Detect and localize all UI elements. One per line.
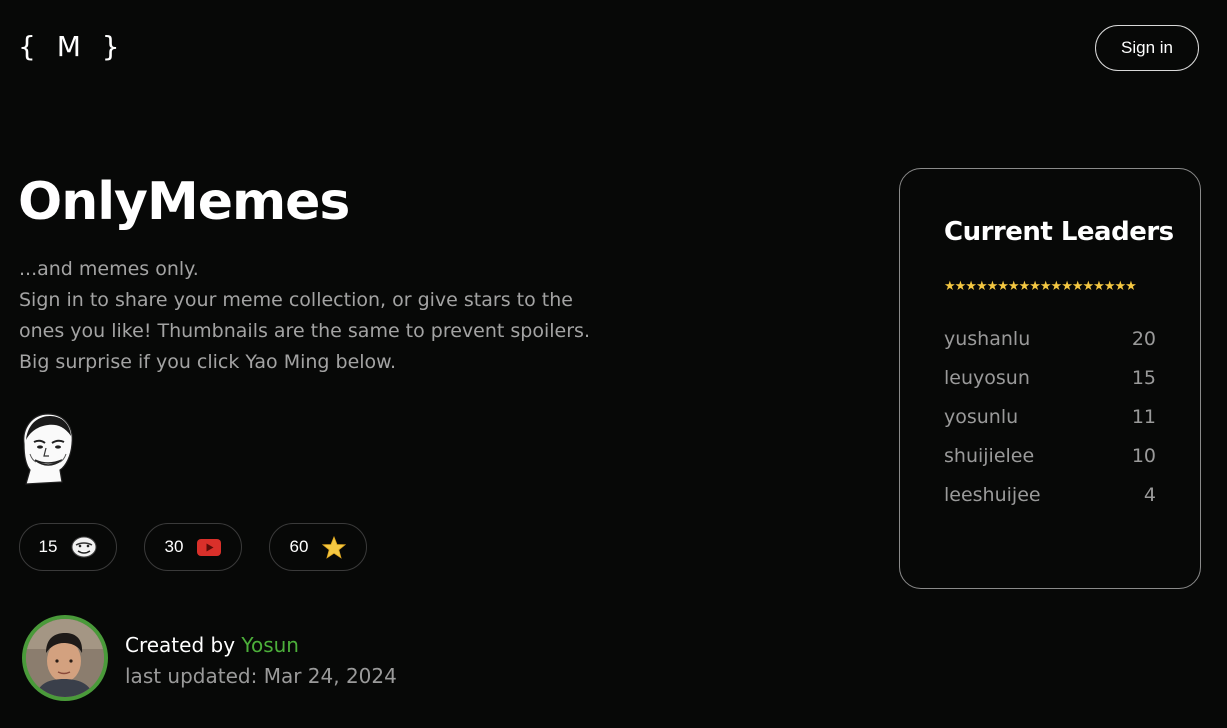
videos-count-badge: 30 — [144, 523, 242, 571]
leader-score: 10 — [1131, 444, 1156, 467]
author-link[interactable]: Yosun — [241, 633, 299, 657]
leaderboard-card: Current Leaders ★★★★★★★★★★★★★★★★★★ yusha… — [899, 168, 1201, 589]
leader-name: leeshuijee — [944, 483, 1041, 506]
leader-score: 20 — [1131, 327, 1156, 350]
leader-row: yosunlu 11 — [944, 397, 1156, 436]
created-by-label: Created by — [125, 633, 236, 657]
leader-list: yushanlu 20 leuyosun 15 yosunlu 11 shuij… — [944, 319, 1156, 514]
credits: Created by Yosun last updated: Mar 24, 2… — [125, 630, 397, 692]
stars-count: 60 — [289, 537, 309, 556]
sign-in-button[interactable]: Sign in — [1095, 25, 1199, 71]
leader-row: yushanlu 20 — [944, 319, 1156, 358]
memes-count: 15 — [38, 537, 58, 556]
stars-divider: ★★★★★★★★★★★★★★★★★★ — [944, 279, 1137, 294]
logo[interactable]: { M } — [18, 30, 126, 63]
leader-row: leeshuijee 4 — [944, 475, 1156, 514]
youtube-icon — [197, 538, 222, 556]
leader-score: 11 — [1131, 405, 1156, 428]
description-text: Sign in to share your meme collection, o… — [19, 289, 590, 373]
memes-count-badge: 15 — [19, 523, 117, 571]
tagline: ...and memes only. — [19, 258, 199, 280]
star-icon — [322, 535, 347, 559]
leader-row: leuyosun 15 — [944, 358, 1156, 397]
leader-score: 15 — [1131, 366, 1156, 389]
meme-face-icon — [71, 536, 97, 558]
yao-ming-meme-image[interactable] — [18, 410, 78, 486]
leader-name: yosunlu — [944, 405, 1019, 428]
last-updated: last updated: Mar 24, 2024 — [125, 664, 397, 688]
leader-name: shuijielee — [944, 444, 1035, 467]
leader-score: 4 — [1143, 483, 1156, 506]
stars-count-badge: 60 — [269, 523, 367, 571]
leader-name: yushanlu — [944, 327, 1031, 350]
leader-row: shuijielee 10 — [944, 436, 1156, 475]
leaderboard-title: Current Leaders — [944, 217, 1174, 247]
description: ...and memes only. Sign in to share your… — [19, 254, 619, 378]
page-title: OnlyMemes — [18, 172, 350, 232]
leader-name: leuyosun — [944, 366, 1030, 389]
author-avatar[interactable] — [22, 615, 108, 701]
videos-count: 30 — [164, 537, 184, 556]
created-by-line: Created by Yosun — [125, 630, 397, 661]
